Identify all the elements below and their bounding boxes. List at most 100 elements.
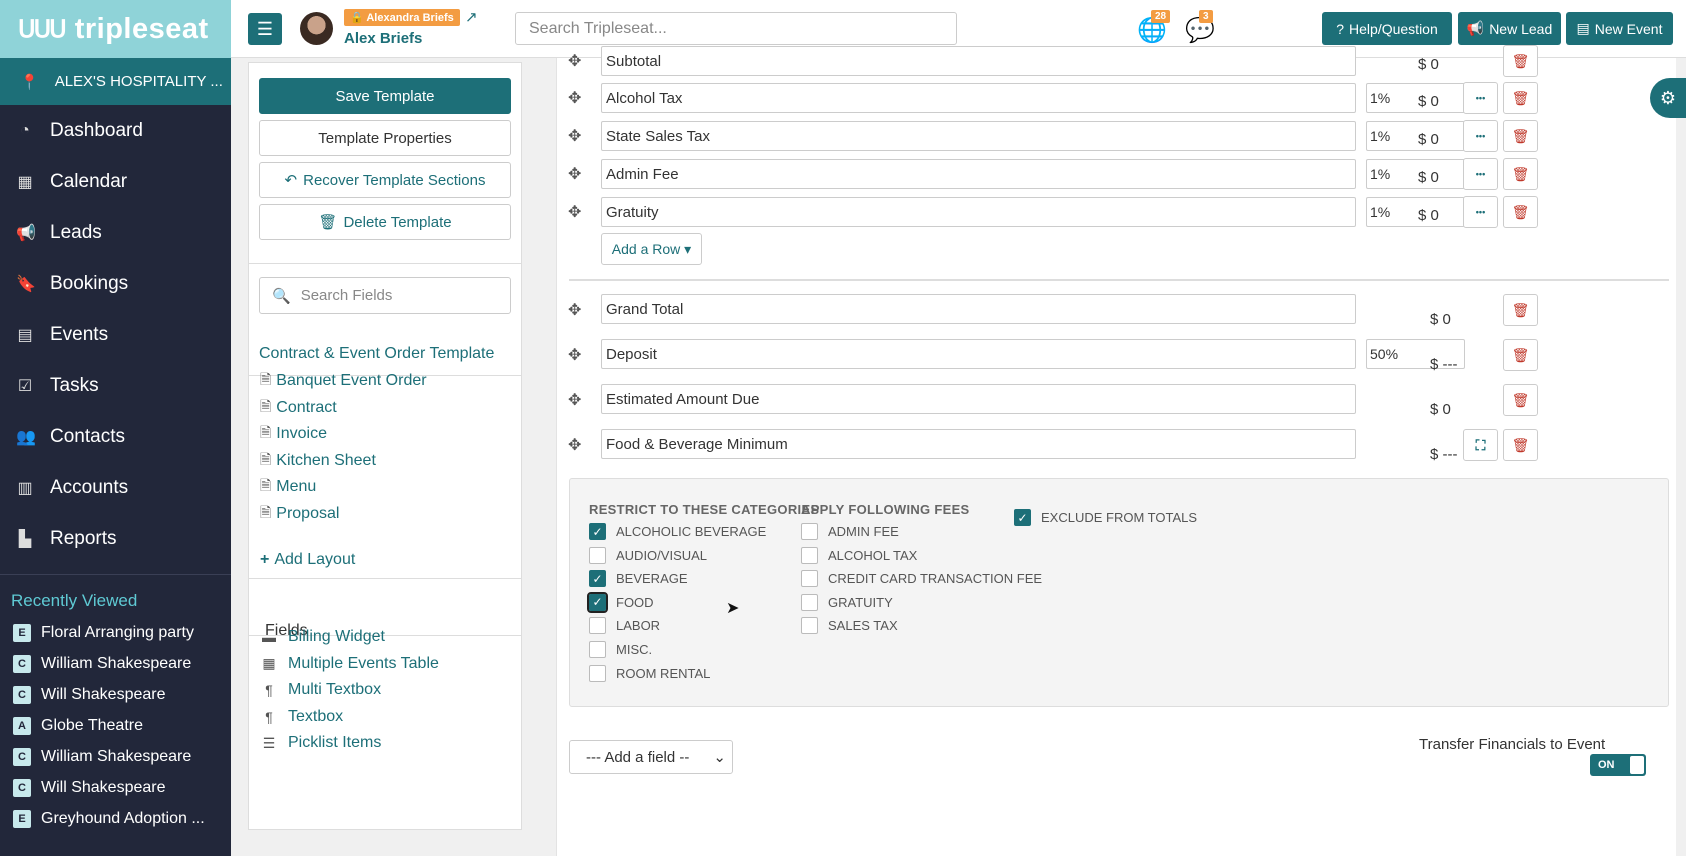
drag-handle-icon[interactable]: ✥	[568, 126, 581, 146]
drag-handle-icon[interactable]: ✥	[568, 88, 581, 108]
template-properties-button[interactable]: Template Properties	[259, 120, 511, 156]
add-field-select[interactable]: --- Add a field -- ⌄	[569, 740, 733, 774]
save-template-button[interactable]: Save Template	[259, 78, 511, 114]
add-layout-link[interactable]: + Add Layout	[260, 551, 355, 569]
menu-toggle-button[interactable]: ☰	[248, 13, 282, 45]
row-label-input[interactable]: Alcohol Tax	[601, 83, 1356, 113]
delete-row-button[interactable]: 🗑	[1503, 120, 1538, 152]
drag-handle-icon[interactable]: ✥	[568, 164, 581, 184]
delete-row-button[interactable]: 🗑	[1503, 429, 1538, 461]
search-fields-input[interactable]: 🔍 Search Fields	[259, 277, 511, 314]
delete-row-button[interactable]: 🗑	[1503, 196, 1538, 228]
user-name[interactable]: Alex Briefs	[344, 30, 422, 47]
nav-item-accounts[interactable]: ▥ Accounts	[0, 462, 231, 513]
nav-item-contacts[interactable]: 👥 Contacts	[0, 411, 231, 462]
drag-handle-icon[interactable]: ✥	[568, 202, 581, 222]
logo[interactable]: ᑌᑌᑌ tripleseat	[0, 0, 231, 58]
row-percent-input[interactable]: 1%	[1366, 197, 1465, 227]
layout-link[interactable]: 🗎 Kitchen Sheet	[260, 449, 376, 473]
recent-item[interactable]: C William Shakespeare	[0, 741, 231, 772]
recent-item[interactable]: C Will Shakespeare	[0, 679, 231, 710]
nav-item-tasks[interactable]: ☑ Tasks	[0, 360, 231, 411]
drag-handle-icon[interactable]: ✥	[568, 435, 581, 455]
nav-item-leads[interactable]: 📢 Leads	[0, 207, 231, 258]
options-button[interactable]: •••	[1463, 120, 1498, 152]
nav-item-events[interactable]: ▤ Events	[0, 309, 231, 360]
checkbox-gratuity[interactable]: GRATUITY	[801, 593, 893, 611]
field-item[interactable]: ¶ Textbox	[260, 708, 343, 726]
checkbox-sales-tax[interactable]: SALES TAX	[801, 617, 898, 635]
chat-notifications-icon[interactable]: 💬 3	[1185, 10, 1215, 45]
layout-link[interactable]: 🗎 Proposal	[260, 502, 339, 526]
row-label-input[interactable]: Deposit	[601, 339, 1356, 369]
checkbox-misc[interactable]: MISC.	[589, 641, 652, 658]
row-percent-input[interactable]: 1%	[1366, 121, 1465, 151]
row-label-input[interactable]: Grand Total	[601, 294, 1356, 324]
add-row-button[interactable]: Add a Row ▾	[601, 233, 702, 265]
recent-item[interactable]: A Globe Theatre	[0, 710, 231, 741]
delete-row-button[interactable]: 🗑	[1503, 158, 1538, 190]
gear-icon[interactable]: ⚙	[1650, 78, 1686, 118]
row-label-input[interactable]: Food & Beverage Minimum	[601, 429, 1356, 459]
recent-item[interactable]: C William Shakespeare	[0, 648, 231, 679]
avatar[interactable]	[300, 12, 333, 45]
field-item[interactable]: ▦ Multiple Events Table	[260, 655, 439, 673]
checkbox-admin-fee[interactable]: ADMIN FEE	[801, 523, 899, 540]
delete-row-button[interactable]: 🗑	[1503, 45, 1538, 77]
global-search-input[interactable]: Search Tripleseat...	[515, 12, 957, 45]
checkbox-alcohol-tax[interactable]: ALCOHOL TAX	[801, 546, 917, 564]
checkbox-labor[interactable]: LABOR	[589, 617, 660, 635]
drag-handle-icon[interactable]: ✥	[568, 51, 581, 71]
nav-item-calendar[interactable]: ▦ Calendar	[0, 156, 231, 207]
drag-handle-icon[interactable]: ✥	[568, 390, 581, 410]
row-label-input[interactable]: Admin Fee	[601, 159, 1356, 189]
field-item[interactable]: ¶ Multi Textbox	[260, 681, 381, 699]
new-event-button[interactable]: ▤ New Event	[1566, 12, 1673, 45]
row-label-input[interactable]: Gratuity	[601, 197, 1356, 227]
recover-sections-button[interactable]: ↶ Recover Template Sections	[259, 162, 511, 198]
checkbox-audio-visual[interactable]: AUDIO/VISUAL	[589, 546, 707, 564]
recent-item[interactable]: E Floral Arranging party	[0, 617, 231, 648]
field-item[interactable]: ☰ Picklist Items	[260, 734, 382, 752]
drag-handle-icon[interactable]: ✥	[568, 345, 581, 365]
checkbox-food[interactable]: ✓ FOOD	[587, 591, 654, 613]
globe-notifications-icon[interactable]: 🌐 28	[1137, 10, 1171, 45]
delete-row-button[interactable]: 🗑	[1503, 339, 1538, 371]
options-button[interactable]: •••	[1463, 196, 1498, 228]
nav-item-bookings[interactable]: 🔖 Bookings	[0, 258, 231, 309]
recent-item[interactable]: E Greyhound Adoption ...	[0, 803, 231, 834]
layout-link[interactable]: 🗎 Banquet Event Order	[260, 369, 427, 393]
exclude-from-totals-checkbox[interactable]: ✓ EXCLUDE FROM TOTALS	[1014, 509, 1197, 526]
external-link-icon[interactable]: ↗	[465, 8, 478, 26]
field-item[interactable]: ▬ Billing Widget	[260, 628, 385, 646]
layout-link[interactable]: 🗎 Invoice	[260, 422, 327, 446]
megaphone-icon: 📢	[1466, 20, 1485, 36]
expand-icon[interactable]: ⛶	[1463, 429, 1498, 461]
location-selector[interactable]: 📍 ALEX'S HOSPITALITY ...	[0, 58, 231, 105]
delete-row-button[interactable]: 🗑	[1503, 82, 1538, 114]
help-button[interactable]: ? Help/Question	[1322, 12, 1452, 45]
checkbox-beverage[interactable]: ✓ BEVERAGE	[589, 570, 688, 588]
options-button[interactable]: •••	[1463, 158, 1498, 190]
row-label-input[interactable]: State Sales Tax	[601, 121, 1356, 151]
row-percent-input[interactable]: 1%	[1366, 83, 1465, 113]
checkbox-credit-card-transaction-fee[interactable]: CREDIT CARD TRANSACTION FEE	[801, 570, 1042, 588]
new-lead-button[interactable]: 📢 New Lead	[1458, 12, 1561, 45]
delete-template-button[interactable]: 🗑 Delete Template	[259, 204, 511, 240]
row-label-input[interactable]: Estimated Amount Due	[601, 384, 1356, 414]
checkbox-room-rental[interactable]: ROOM RENTAL	[589, 664, 710, 682]
row-percent-input[interactable]: 1%	[1366, 159, 1465, 189]
layout-link[interactable]: 🗎 Menu	[260, 475, 316, 499]
drag-handle-icon[interactable]: ✥	[568, 300, 581, 320]
options-button[interactable]: •••	[1463, 82, 1498, 114]
layout-link[interactable]: 🗎 Contract	[260, 396, 337, 420]
delete-row-button[interactable]: 🗑	[1503, 384, 1538, 416]
delete-row-button[interactable]: 🗑	[1503, 294, 1538, 326]
row-label-input[interactable]: Subtotal	[601, 46, 1356, 76]
checkbox-alcoholic-beverage[interactable]: ✓ ALCOHOLIC BEVERAGE	[589, 523, 766, 540]
transfer-financials-toggle[interactable]: ON	[1590, 754, 1646, 776]
nav-item-dashboard[interactable]: ◔ Dashboard	[0, 105, 231, 156]
template-title[interactable]: Contract & Event Order Template	[259, 345, 494, 363]
recent-item[interactable]: C Will Shakespeare	[0, 772, 231, 803]
nav-item-reports[interactable]: ▙ Reports	[0, 513, 231, 564]
